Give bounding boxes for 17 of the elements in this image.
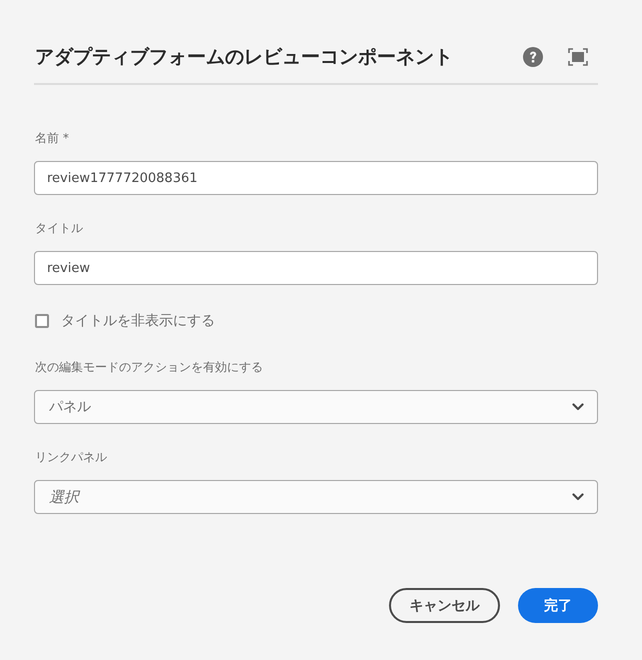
help-icon[interactable] <box>523 47 543 67</box>
checkbox[interactable] <box>35 314 49 328</box>
select-dropdown[interactable]: 選択 <box>34 480 598 514</box>
fullscreen-icon[interactable] <box>568 48 588 66</box>
done-button[interactable]: 完了 <box>518 588 598 623</box>
text-input[interactable]: review <box>34 251 598 285</box>
field-label: 名前 * <box>34 130 69 146</box>
chevron-down-icon <box>572 493 584 501</box>
dialog-title: アダプティブフォームのレビューコンポーネント <box>34 45 453 70</box>
checkbox-label[interactable]: タイトルを非表示にする <box>61 312 215 330</box>
field-label: タイトル <box>34 220 83 236</box>
field-label: リンクパネル <box>34 449 107 465</box>
field-label: 次の編集モードのアクションを有効にする <box>34 359 263 375</box>
chevron-down-icon <box>572 403 584 411</box>
cancel-button[interactable]: キャンセル <box>389 588 500 623</box>
text-input[interactable]: review1777720088361 <box>34 161 598 195</box>
select-dropdown[interactable]: パネル <box>34 390 598 424</box>
